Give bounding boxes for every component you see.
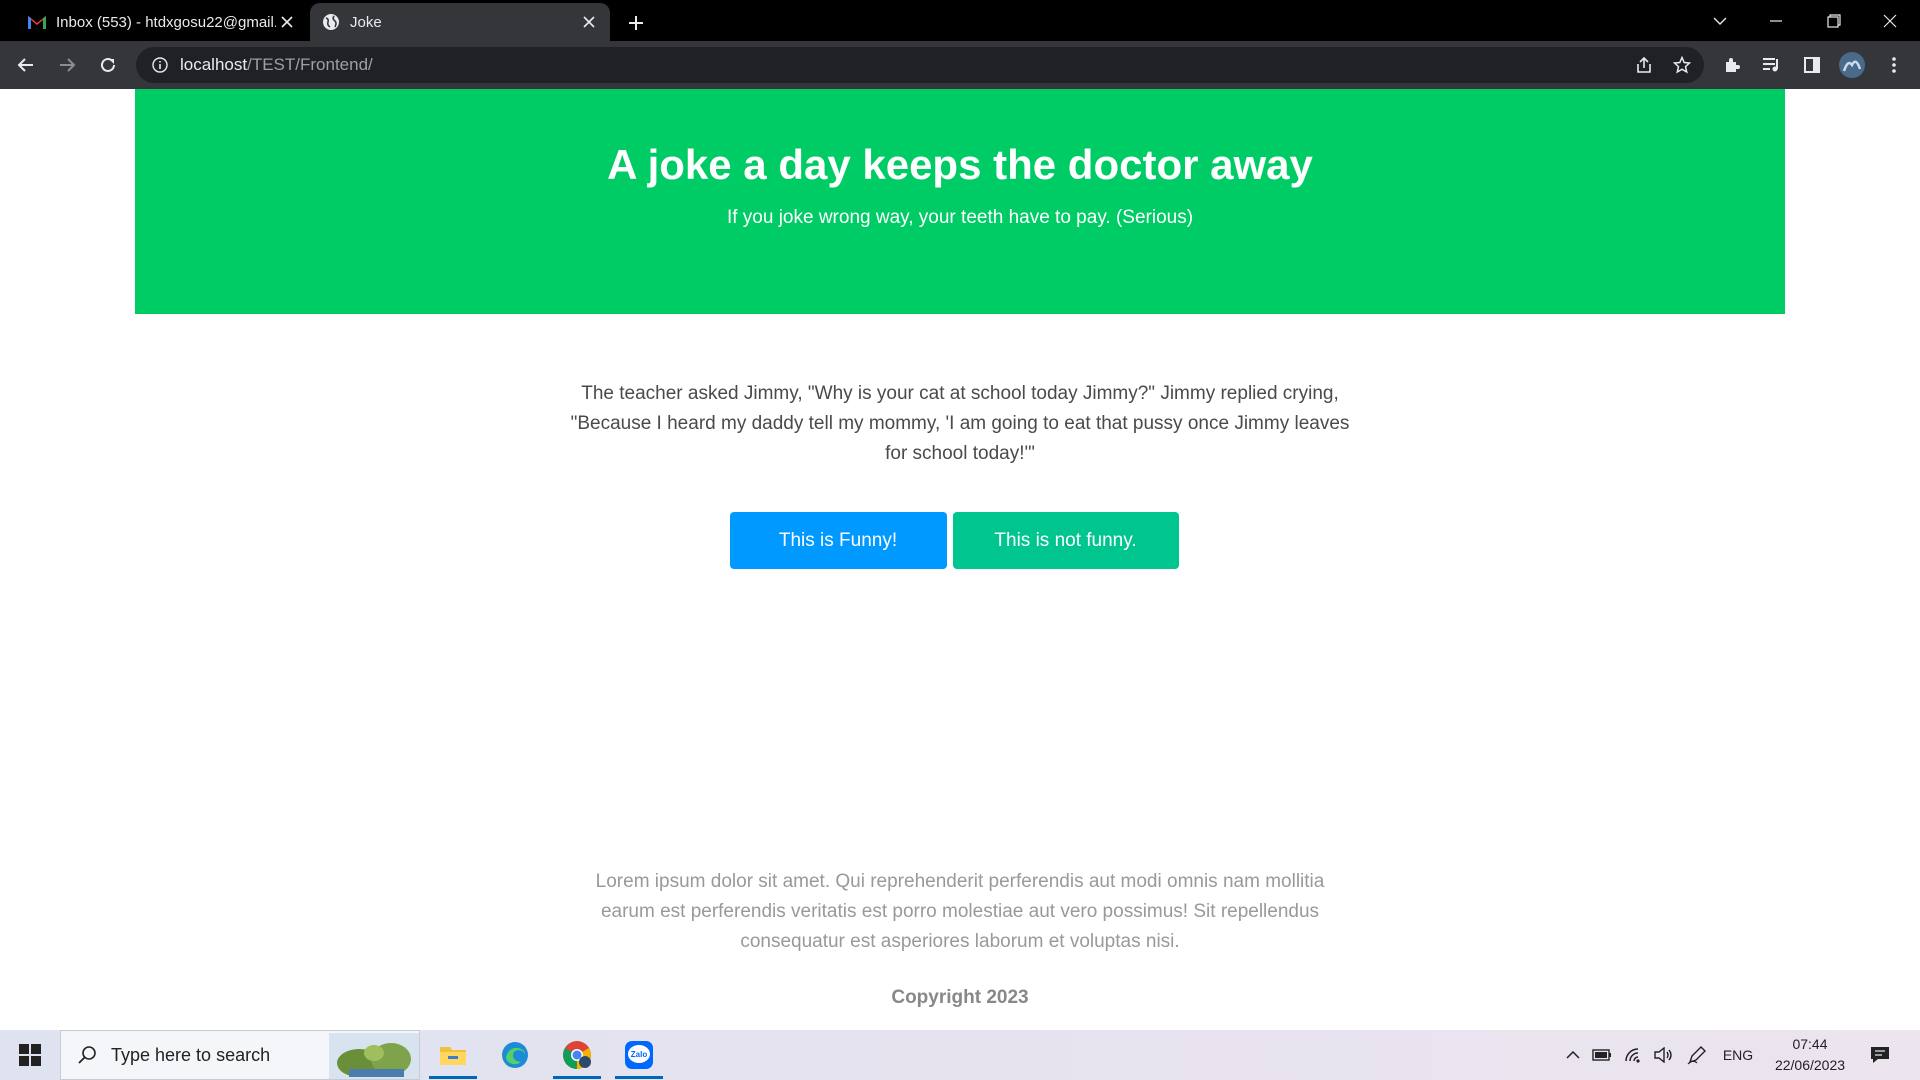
url-path: /TEST/Frontend/ bbox=[247, 55, 373, 74]
restore-icon[interactable] bbox=[1806, 0, 1862, 41]
search-placeholder: Type here to search bbox=[111, 1044, 271, 1065]
active-indicator bbox=[615, 1076, 663, 1079]
minimize-icon[interactable] bbox=[1748, 0, 1804, 41]
new-tab-button[interactable] bbox=[622, 9, 650, 37]
tab-inbox[interactable]: Inbox (553) - htdxgosu22@gmail.com bbox=[16, 3, 308, 41]
page-subtitle: If you joke wrong way, your teeth have t… bbox=[726, 207, 1194, 228]
tab-title: Inbox (553) - htdxgosu22@gmail.com bbox=[56, 13, 276, 31]
taskbar-search[interactable]: Type here to search bbox=[60, 1030, 420, 1080]
language-indicator[interactable]: ENG bbox=[1718, 1030, 1758, 1080]
edge-icon[interactable] bbox=[485, 1030, 545, 1080]
media-queue-icon[interactable] bbox=[1756, 49, 1788, 81]
pen-icon[interactable] bbox=[1683, 1030, 1711, 1080]
hero-banner: A joke a day keeps the doctor away If yo… bbox=[135, 89, 1785, 314]
zalo-icon[interactable]: Zalo bbox=[609, 1030, 669, 1080]
windows-start-icon[interactable] bbox=[0, 1030, 60, 1080]
close-window-icon[interactable] bbox=[1862, 0, 1918, 41]
not-funny-button[interactable]: This is not funny. bbox=[952, 512, 1179, 569]
chevron-up-icon[interactable] bbox=[1560, 1030, 1586, 1080]
url-text: localhost/TEST/Frontend/ bbox=[180, 55, 373, 75]
copyright: Copyright 2023 bbox=[891, 987, 1029, 1008]
close-icon[interactable] bbox=[276, 11, 298, 33]
browser-tabstrip: Inbox (553) - htdxgosu22@gmail.com Joke bbox=[0, 0, 1920, 41]
clock-date: 22/06/2023 bbox=[1774, 1057, 1846, 1073]
info-icon[interactable] bbox=[150, 55, 170, 75]
tab-joke[interactable]: Joke bbox=[310, 3, 610, 41]
tab-search-icon[interactable] bbox=[1692, 0, 1748, 41]
joke-text: The teacher asked Jimmy, "Why is your ca… bbox=[570, 383, 1350, 464]
chrome-icon[interactable] bbox=[547, 1030, 607, 1080]
url-host: localhost bbox=[180, 55, 248, 74]
svg-text:Zalo: Zalo bbox=[631, 1050, 648, 1059]
profile-avatar[interactable] bbox=[1836, 49, 1868, 81]
clock-time: 07:44 bbox=[1792, 1036, 1828, 1052]
extensions-icon[interactable] bbox=[1716, 49, 1748, 81]
notification-icon[interactable] bbox=[1862, 1030, 1898, 1080]
tab-title: Joke bbox=[350, 13, 382, 31]
back-icon[interactable] bbox=[10, 49, 42, 81]
reload-icon[interactable] bbox=[92, 49, 124, 81]
footer-text: Lorem ipsum dolor sit amet. Qui reprehen… bbox=[595, 871, 1325, 952]
rating-buttons: This is Funny! This is not funny. bbox=[0, 512, 1920, 569]
page-title: A joke a day keeps the doctor away bbox=[607, 141, 1313, 188]
search-icon bbox=[75, 1043, 99, 1067]
web-page: A joke a day keeps the doctor away If yo… bbox=[0, 89, 1920, 1030]
share-icon[interactable] bbox=[1628, 47, 1660, 83]
taskbar: Type here to search Zalo ENG 07:44 22/06… bbox=[0, 1030, 1920, 1080]
volume-icon[interactable] bbox=[1650, 1030, 1678, 1080]
forward-icon[interactable] bbox=[51, 49, 83, 81]
funny-button[interactable]: This is Funny! bbox=[729, 512, 947, 569]
file-explorer-icon[interactable] bbox=[423, 1030, 483, 1080]
battery-icon[interactable] bbox=[1588, 1030, 1616, 1080]
search-highlight-image bbox=[329, 1033, 419, 1079]
address-bar[interactable]: localhost/TEST/Frontend/ bbox=[136, 47, 1704, 83]
clock[interactable]: 07:44 22/06/2023 bbox=[1760, 1034, 1860, 1076]
active-indicator bbox=[429, 1076, 477, 1079]
gmail-icon bbox=[26, 11, 48, 33]
browser-toolbar: localhost/TEST/Frontend/ bbox=[0, 41, 1920, 89]
bookmark-star-icon[interactable] bbox=[1666, 47, 1698, 83]
wifi-icon[interactable] bbox=[1620, 1030, 1648, 1080]
globe-icon bbox=[320, 11, 342, 33]
close-icon[interactable] bbox=[578, 11, 600, 33]
active-indicator bbox=[553, 1076, 601, 1079]
menu-icon[interactable] bbox=[1878, 49, 1910, 81]
side-panel-icon[interactable] bbox=[1796, 49, 1828, 81]
